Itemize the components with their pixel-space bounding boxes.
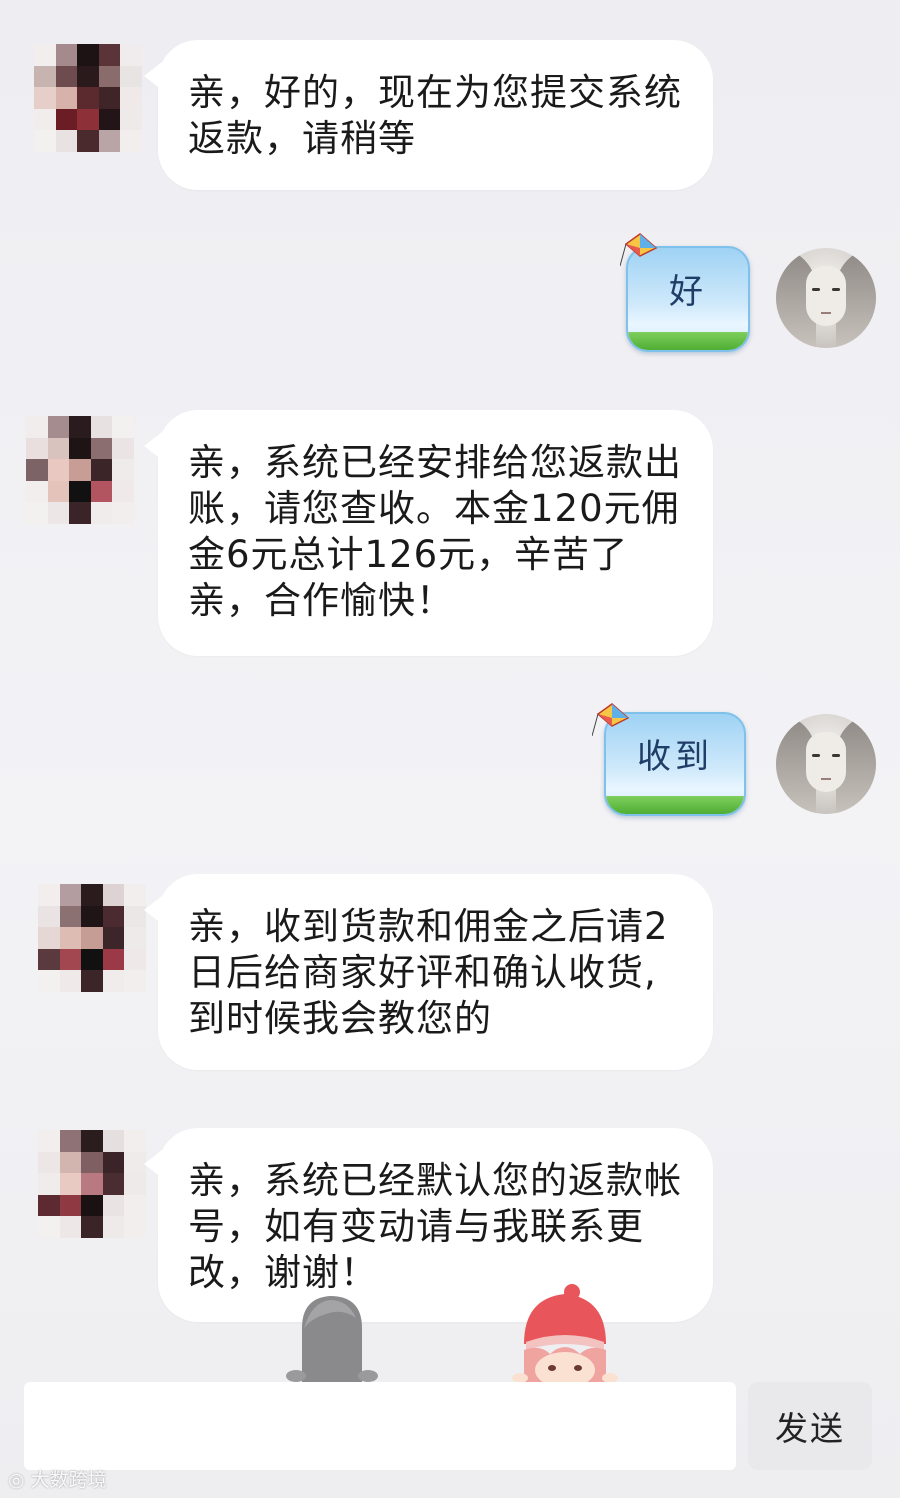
message-text: 亲，收到货款和佣金之后请2日后给商家好评和确认收货,到时候我会教您的 xyxy=(188,905,669,1040)
message-text: 亲，好的，现在为您提交系统返款，请稍等 xyxy=(188,71,682,160)
kite-icon xyxy=(592,703,630,737)
sender-avatar[interactable] xyxy=(34,44,142,152)
message-text: 亲，系统已经默认您的返款帐号，如有变动请与我联系更改，谢谢！ xyxy=(188,1159,682,1294)
sender-avatar[interactable] xyxy=(26,416,134,524)
my-avatar[interactable] xyxy=(776,714,876,814)
watermark-logo-icon: ◎ xyxy=(8,1469,25,1491)
my-avatar[interactable] xyxy=(776,248,876,348)
message-text: 亲，系统已经安排给您返款出账，请您查收。本金120元佣金6元总计126元，辛苦了… xyxy=(188,441,682,622)
incoming-message: 亲，收到货款和佣金之后请2日后给商家好评和确认收货,到时候我会教您的 xyxy=(144,874,713,1070)
watermark-text: 大数跨境 xyxy=(30,1469,107,1491)
grass-decoration xyxy=(606,796,744,814)
watermark: ◎ 大数跨境 xyxy=(8,1465,107,1492)
send-button[interactable]: 发送 xyxy=(748,1382,872,1470)
message-input[interactable] xyxy=(24,1382,736,1470)
grass-decoration xyxy=(628,332,748,350)
incoming-message: 亲，好的，现在为您提交系统返款，请稍等 xyxy=(144,40,713,190)
sender-avatar[interactable] xyxy=(38,884,146,992)
sender-avatar[interactable] xyxy=(38,1130,146,1238)
peeking-girl-icon xyxy=(512,1284,618,1384)
kite-icon xyxy=(620,233,658,267)
incoming-message: 亲，系统已经默认您的返款帐号，如有变动请与我联系更改，谢谢！ xyxy=(144,1128,713,1322)
peeking-character-icon xyxy=(286,1296,378,1384)
incoming-message: 亲，系统已经安排给您返款出账，请您查收。本金120元佣金6元总计126元，辛苦了… xyxy=(144,410,713,656)
